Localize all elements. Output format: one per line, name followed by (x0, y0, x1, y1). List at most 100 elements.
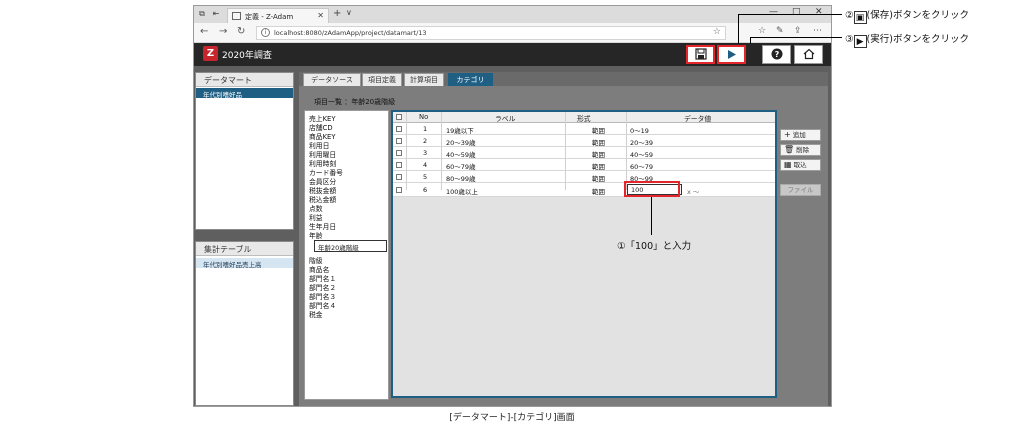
cell-format[interactable]: 範囲 (592, 149, 605, 159)
cell-format[interactable]: 範囲 (592, 161, 605, 171)
aggregate-panel: 集計テーブル 年代別嗜好品売上高 (195, 241, 294, 406)
save-leader-line (738, 14, 739, 44)
field-item[interactable]: 税金 (309, 309, 323, 319)
row-checkbox[interactable] (396, 138, 402, 144)
cell-format[interactable]: 範囲 (592, 137, 605, 147)
cell-format[interactable]: 範囲 (592, 186, 605, 196)
grid-divider (626, 112, 627, 190)
new-tab-icon[interactable]: + (333, 8, 341, 19)
grid-divider (406, 112, 407, 190)
main-panel: データソース 項目定義 計算項目 カテゴリ 項目一覧 ：年齢20歳階級 売上KE… (299, 72, 828, 406)
tab-actions-icon[interactable]: ⧉ (197, 9, 207, 19)
category-grid: No ラベル 形式 データ値 1 19歳以下 範囲 0～19 2 20～39歳 … (391, 110, 777, 398)
cell-label[interactable]: 100歳以上 (446, 186, 478, 196)
aggregate-item-selected[interactable]: 年代別嗜好品売上高 (196, 258, 293, 269)
import-button[interactable]: ▦ 取込 (780, 159, 821, 171)
url-text: localhost:8080/zAdamApp/project/datamart… (274, 29, 427, 37)
row-checkbox[interactable] (396, 187, 402, 193)
run-leader-line (750, 37, 751, 44)
row-checkbox[interactable] (396, 162, 402, 168)
cell-value[interactable]: 0～19 (630, 125, 649, 135)
favorites-icon[interactable]: ☆ (758, 26, 766, 36)
item-list-label: 項目一覧 ：年齢20歳階級 (314, 98, 396, 106)
more-icon[interactable]: ⋯ (813, 26, 822, 36)
cell-format[interactable]: 範囲 (592, 125, 605, 135)
import-button-label: 取込 (793, 161, 807, 169)
cell-format[interactable]: 範囲 (592, 173, 605, 183)
close-tab-icon[interactable]: ✕ (317, 11, 324, 20)
tab-row: データソース 項目定義 計算項目 カテゴリ (299, 72, 828, 86)
home-button[interactable] (794, 45, 823, 64)
cell-no: 1 (423, 125, 428, 133)
cell-value[interactable]: 60～79 (630, 161, 653, 171)
browser-tab-title: 定義 - Z-Adam (245, 13, 294, 21)
play-icon (728, 50, 736, 59)
cell-label[interactable]: 80～99歳 (446, 173, 476, 183)
save-annotation: ② ▣ (保存)ボタンをクリック (845, 7, 969, 24)
cell-value[interactable]: 20～39 (630, 137, 653, 147)
cell-no: 6 (423, 186, 428, 194)
field-item-selected[interactable]: 年齢20歳階級 (314, 240, 387, 252)
cell-label[interactable]: 19歳以下 (446, 125, 474, 135)
table-row[interactable]: 2 20～39歳 範囲 20～39 (393, 135, 775, 147)
favorite-star-icon[interactable]: ☆ (713, 27, 721, 37)
delete-button-label: 削除 (796, 146, 810, 154)
row-checkbox[interactable] (396, 150, 402, 156)
tab-dropdown-icon[interactable]: ∨ (346, 8, 352, 17)
input-leader-line (651, 197, 652, 235)
plus-icon: + (784, 130, 791, 139)
grid-header: No ラベル 形式 データ値 (393, 112, 775, 123)
tab-category[interactable]: カテゴリ (448, 73, 493, 86)
select-all-checkbox[interactable] (396, 114, 402, 120)
minimize-icon[interactable]: — (769, 7, 778, 17)
header-data-value: データ値 (684, 115, 712, 123)
range-suffix: x ～ (687, 188, 700, 196)
run-button[interactable] (717, 45, 746, 64)
app-header: Z 2020年調査 ? (194, 43, 831, 66)
table-row[interactable]: 1 19歳以下 範囲 0～19 (393, 123, 775, 135)
back-icon[interactable]: ← (200, 26, 208, 37)
row-checkbox[interactable] (396, 174, 402, 180)
address-bar: ← → ↻ i localhost:8080/zAdamApp/project/… (194, 23, 831, 43)
tab-calculated-items[interactable]: 計算項目 (404, 73, 444, 86)
add-button[interactable]: + 追加 (780, 129, 821, 141)
grid-divider (441, 112, 442, 190)
file-button[interactable]: ファイル (780, 184, 821, 196)
share-icon[interactable]: ⇪ (794, 26, 802, 36)
browser-tab-bar: ⧉ ⇤ 定義 - Z-Adam ✕ + ∨ — □ ✕ (194, 6, 831, 23)
add-button-label: 追加 (792, 131, 806, 139)
trash-icon: 🗑 (784, 145, 795, 154)
tab-datasource[interactable]: データソース (303, 73, 361, 86)
save-leader-line (738, 14, 842, 15)
table-row[interactable]: 5 80～99歳 範囲 80～99 (393, 171, 775, 183)
refresh-icon[interactable]: ↻ (237, 26, 245, 37)
cell-label[interactable]: 60～79歳 (446, 161, 476, 171)
field-item[interactable]: 年齢 (309, 230, 323, 240)
app-area: Z 2020年調査 ? データマート 年代別嗜好品 集計テーブル 年代別嗜好品売… (194, 43, 831, 406)
aggregate-panel-title: 集計テーブル (196, 242, 293, 256)
close-window-icon[interactable]: ✕ (815, 7, 823, 17)
table-row[interactable]: 3 40～59歳 範囲 40～59 (393, 147, 775, 159)
row-checkbox[interactable] (396, 126, 402, 132)
delete-button[interactable]: 🗑 削除 (780, 144, 821, 156)
cell-label[interactable]: 20～39歳 (446, 137, 476, 147)
datamart-item-selected[interactable]: 年代別嗜好品 (196, 88, 293, 99)
page-icon (232, 12, 241, 20)
table-row[interactable]: 6 100歳以上 範囲 100 x ～ (393, 183, 775, 197)
cell-label[interactable]: 40～59歳 (446, 149, 476, 159)
cell-value[interactable]: 40～59 (630, 149, 653, 159)
help-button[interactable]: ? (762, 45, 791, 64)
url-field[interactable]: i localhost:8080/zAdamApp/project/datama… (256, 26, 726, 40)
save-button[interactable] (686, 45, 715, 64)
tab-item-definition[interactable]: 項目定義 (362, 73, 402, 86)
table-row[interactable]: 4 60～79歳 範囲 60～79 (393, 159, 775, 171)
pen-icon[interactable]: ✎ (776, 26, 784, 36)
tab-back-icon[interactable]: ⇤ (211, 9, 221, 19)
browser-tab[interactable]: 定義 - Z-Adam ✕ (227, 8, 329, 23)
datamart-panel: データマート 年代別嗜好品 (195, 72, 294, 230)
maximize-icon[interactable]: □ (792, 7, 801, 17)
forward-icon[interactable]: → (219, 26, 227, 37)
info-icon: i (261, 28, 270, 37)
save-annotation-text: (保存)ボタンをクリック (866, 10, 969, 21)
run-annotation: ③ ▶ (実行)ボタンをクリック (845, 31, 969, 48)
